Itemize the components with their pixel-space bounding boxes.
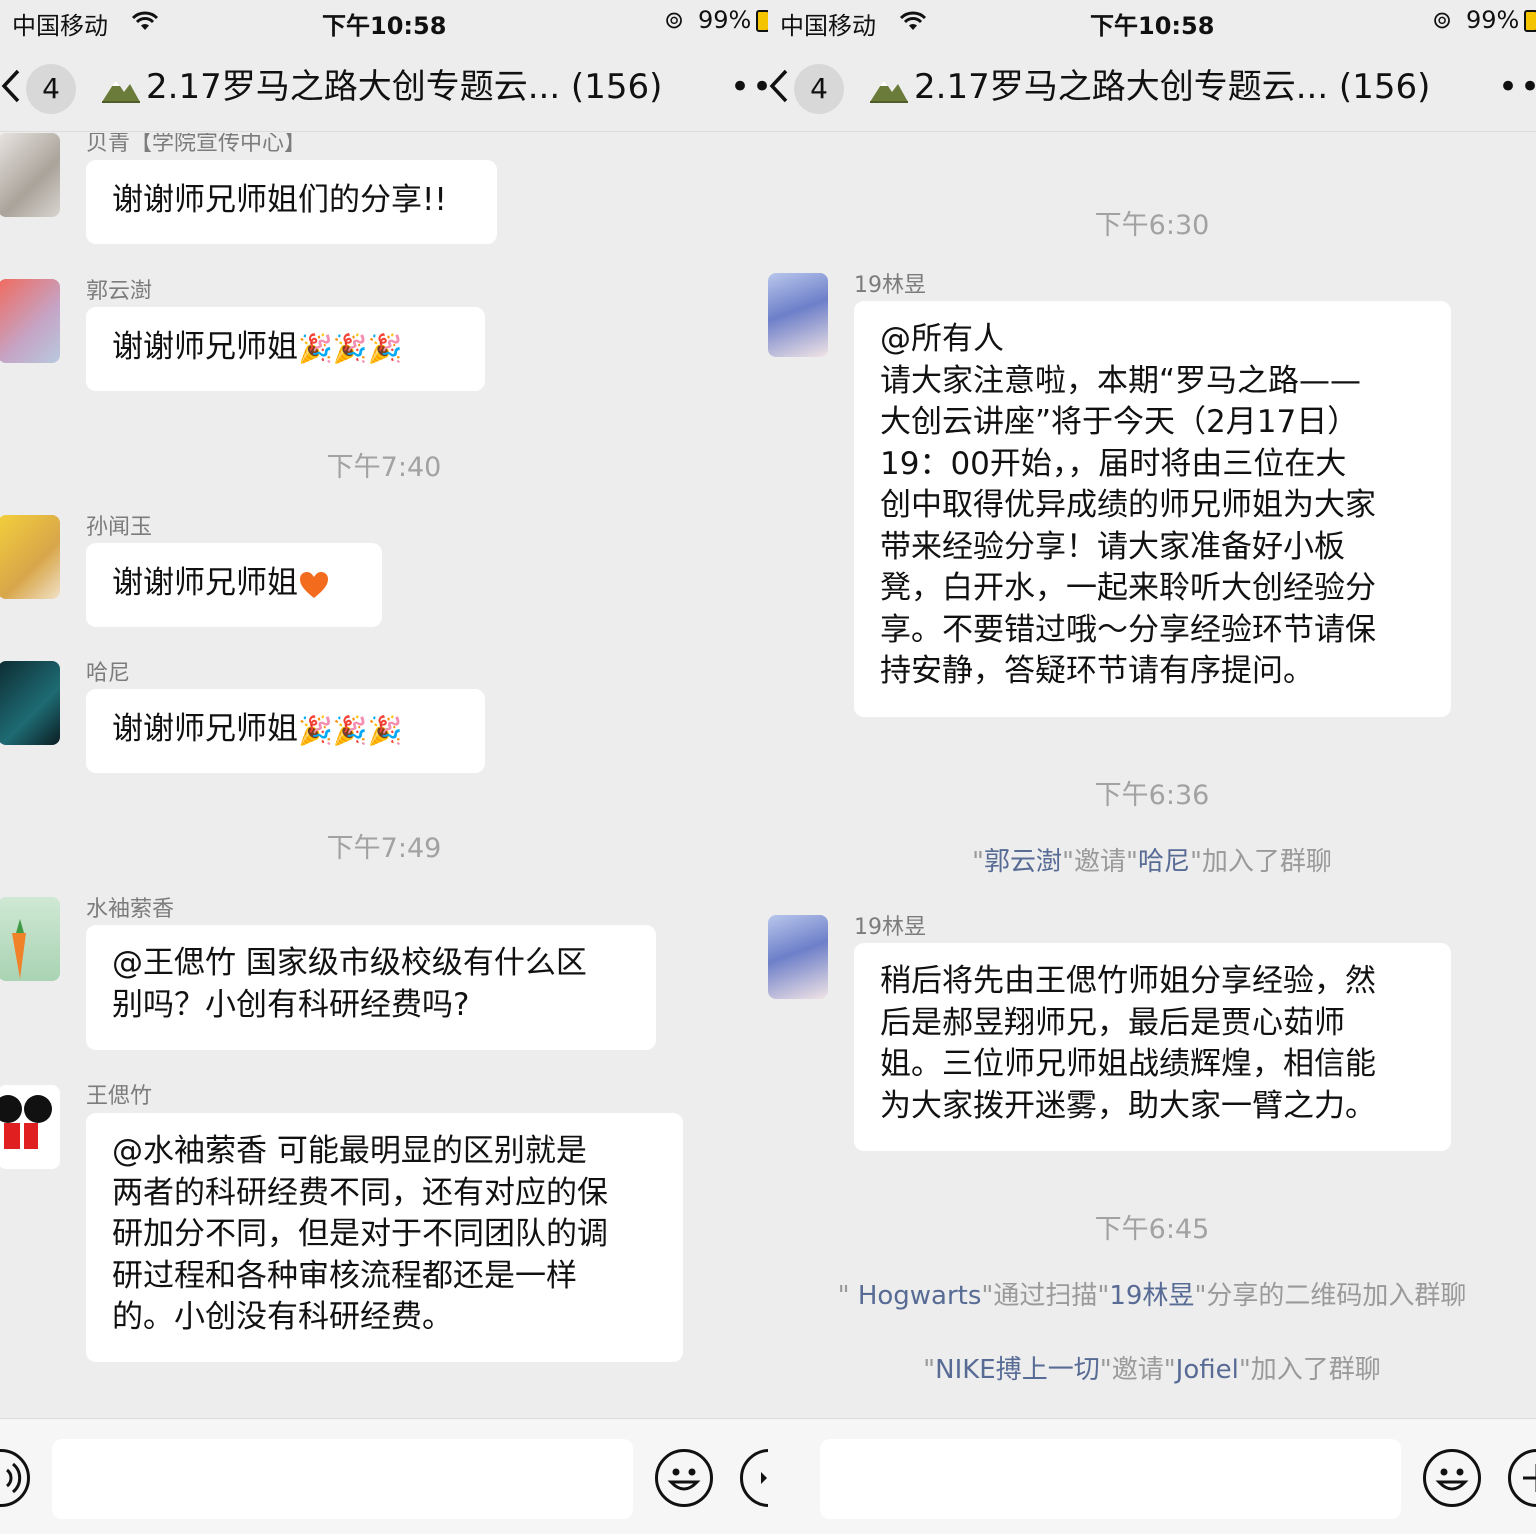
avatar[interactable] bbox=[768, 915, 828, 999]
user-link[interactable]: Hogwarts bbox=[858, 1281, 982, 1311]
sender-name: 水袖萦香 bbox=[86, 897, 175, 922]
emoji-icon[interactable] bbox=[655, 1449, 713, 1507]
avatar[interactable] bbox=[0, 515, 60, 599]
sys-text: "邀请" bbox=[1062, 847, 1138, 877]
voice-input-icon[interactable] bbox=[0, 1449, 30, 1507]
sys-text: " bbox=[972, 847, 985, 877]
avatar[interactable] bbox=[0, 1085, 60, 1169]
message-text: @王偲竹 国家级市级校级有什么区 别吗？小创有科研经费吗? bbox=[112, 945, 587, 1023]
chat-title-text: 2.17罗马之路大创专题云... (156) bbox=[914, 67, 1431, 107]
unread-count-badge[interactable]: 4 bbox=[26, 64, 76, 114]
right-phone-screen: 中国移动 下午10:58 ⊚ 99% 4 2.17罗马之路大创专题云... (1… bbox=[768, 0, 1536, 1534]
battery-percent: 99% bbox=[698, 6, 752, 34]
timestamp: 下午7:49 bbox=[326, 833, 442, 864]
more-options-icon[interactable]: ••• bbox=[1498, 64, 1536, 110]
clock: 下午10:58 bbox=[322, 12, 447, 40]
chat-title-text: 2.17罗马之路大创专题云... (156) bbox=[146, 67, 663, 107]
user-link[interactable]: Jofiel bbox=[1176, 1355, 1239, 1385]
message-bubble[interactable]: 谢谢师兄师姐🎉🎉🎉 bbox=[86, 307, 485, 391]
back-chevron-icon[interactable] bbox=[768, 68, 790, 104]
party-popper-icon: 🎉🎉🎉 bbox=[298, 331, 403, 365]
add-icon[interactable] bbox=[1508, 1449, 1536, 1507]
avatar[interactable] bbox=[0, 279, 60, 363]
mountain-emoji-icon bbox=[870, 79, 908, 103]
message-text: 稍后将先由王偲竹师姐分享经验，然 后是郝昱翔师兄，最后是贾心茹师 姐。三位师兄师… bbox=[880, 963, 1376, 1124]
sender-name: 王偲竹 bbox=[86, 1084, 153, 1109]
nav-bar: 4 2.17罗马之路大创专题云... (156) ••• bbox=[0, 44, 768, 132]
battery-icon bbox=[752, 6, 768, 34]
sys-text: "通过扫描" bbox=[981, 1281, 1110, 1311]
system-message: "NIKE搏上一切"邀请"Jofiel"加入了群聊 bbox=[768, 1349, 1536, 1386]
sender-name: 贝青【学院宣传中心】 bbox=[86, 133, 307, 156]
message-text: @水袖萦香 可能最明显的区别就是 两者的科研经费不同，还有对应的保 研加分不同，… bbox=[112, 1133, 608, 1335]
timestamp: 下午6:30 bbox=[1094, 210, 1210, 241]
sender-name: 郭云澍 bbox=[86, 279, 153, 304]
orientation-lock-icon: ⊚ bbox=[1432, 6, 1453, 34]
system-message: " Hogwarts"通过扫描"19林昱"分享的二维码加入群聊 bbox=[768, 1275, 1536, 1312]
message-bubble[interactable]: 稍后将先由王偲竹师姐分享经验，然 后是郝昱翔师兄，最后是贾心茹师 姐。三位师兄师… bbox=[854, 943, 1451, 1151]
sys-text: "分享的二维码加入群聊 bbox=[1194, 1281, 1467, 1311]
avatar[interactable] bbox=[0, 897, 60, 981]
sys-text: "加入了群聊 bbox=[1238, 1355, 1381, 1385]
message-bubble[interactable]: 谢谢师兄师姐🎉🎉🎉 bbox=[86, 689, 485, 773]
sender-name: 19林昱 bbox=[854, 273, 926, 298]
chat-title[interactable]: 2.17罗马之路大创专题云... (156) bbox=[868, 64, 1430, 110]
sender-name: 哈尼 bbox=[86, 661, 131, 686]
message-input[interactable] bbox=[52, 1439, 633, 1519]
unread-count-badge[interactable]: 4 bbox=[794, 64, 844, 114]
message-text: 谢谢师兄师姐们的分享!! bbox=[112, 182, 447, 218]
back-chevron-icon[interactable] bbox=[0, 68, 22, 104]
message-bubble[interactable]: @王偲竹 国家级市级校级有什么区 别吗？小创有科研经费吗? bbox=[86, 925, 656, 1050]
voice-input-icon[interactable] bbox=[740, 1449, 768, 1507]
avatar[interactable] bbox=[0, 661, 60, 745]
message-bubble[interactable]: @水袖萦香 可能最明显的区别就是 两者的科研经费不同，还有对应的保 研加分不同，… bbox=[86, 1113, 683, 1362]
message-list: 下午6:30 19林昱 @所有人 请大家注意啦，本期“罗马之路—— 大创云讲座”… bbox=[768, 133, 1536, 1418]
message-list: 贝青【学院宣传中心】 谢谢师兄师姐们的分享!! 郭云澍 谢谢师兄师姐🎉🎉🎉 下午… bbox=[0, 133, 768, 1418]
sys-text: "邀请" bbox=[1099, 1355, 1176, 1385]
sender-name: 孙闻玉 bbox=[86, 515, 153, 540]
battery-icon bbox=[1520, 6, 1536, 34]
avatar[interactable] bbox=[0, 133, 60, 217]
heart-icon bbox=[298, 570, 330, 600]
user-link[interactable]: 19林昱 bbox=[1109, 1281, 1194, 1311]
user-link[interactable]: 郭云澍 bbox=[984, 847, 1062, 877]
message-bubble[interactable]: 谢谢师兄师姐 bbox=[86, 543, 382, 627]
input-bar bbox=[0, 1418, 768, 1534]
system-message: "郭云澍"邀请"哈尼"加入了群聊 bbox=[768, 841, 1536, 878]
sys-text: "加入了群聊 bbox=[1189, 847, 1332, 877]
message-text: @所有人 请大家注意啦，本期“罗马之路—— 大创云讲座”将于今天（2月17日） … bbox=[880, 321, 1376, 689]
orientation-lock-icon: ⊚ bbox=[664, 6, 685, 34]
timestamp: 下午7:40 bbox=[326, 452, 442, 483]
carrier-label: 中国移动 bbox=[780, 12, 876, 40]
mountain-emoji-icon bbox=[102, 79, 140, 103]
nav-bar: 4 2.17罗马之路大创专题云... (156) ••• bbox=[768, 44, 1536, 132]
clock: 下午10:58 bbox=[1090, 12, 1215, 40]
message-text: 谢谢师兄师姐 bbox=[112, 711, 298, 747]
message-bubble[interactable]: @所有人 请大家注意啦，本期“罗马之路—— 大创云讲座”将于今天（2月17日） … bbox=[854, 301, 1451, 717]
timestamp: 下午6:36 bbox=[1094, 780, 1210, 811]
sys-text: " bbox=[923, 1355, 936, 1385]
status-bar: 中国移动 下午10:58 ⊚ 99% bbox=[0, 0, 768, 44]
emoji-icon[interactable] bbox=[1423, 1449, 1481, 1507]
user-link[interactable]: 哈尼 bbox=[1138, 847, 1190, 877]
sender-name: 19林昱 bbox=[854, 915, 926, 940]
more-options-icon[interactable]: ••• bbox=[730, 64, 768, 110]
message-bubble[interactable]: 谢谢师兄师姐们的分享!! bbox=[86, 160, 497, 244]
wifi-icon bbox=[892, 6, 928, 34]
avatar[interactable] bbox=[768, 273, 828, 357]
user-link[interactable]: NIKE搏上一切 bbox=[935, 1355, 1100, 1385]
carrier-label: 中国移动 bbox=[12, 12, 108, 40]
chat-title[interactable]: 2.17罗马之路大创专题云... (156) bbox=[100, 64, 662, 110]
message-input[interactable] bbox=[820, 1439, 1401, 1519]
battery-percent: 99% bbox=[1466, 6, 1520, 34]
wifi-icon bbox=[124, 6, 160, 34]
sys-text: " bbox=[837, 1281, 858, 1311]
input-bar bbox=[768, 1418, 1536, 1534]
message-text: 谢谢师兄师姐 bbox=[112, 329, 298, 365]
status-bar: 中国移动 下午10:58 ⊚ 99% bbox=[768, 0, 1536, 44]
left-phone-screen: 中国移动 下午10:58 ⊚ 99% 4 2.17罗马之路大创专题云... (1… bbox=[0, 0, 768, 1534]
party-popper-icon: 🎉🎉🎉 bbox=[298, 713, 403, 747]
timestamp: 下午6:45 bbox=[1094, 1214, 1210, 1245]
message-text: 谢谢师兄师姐 bbox=[112, 565, 298, 601]
